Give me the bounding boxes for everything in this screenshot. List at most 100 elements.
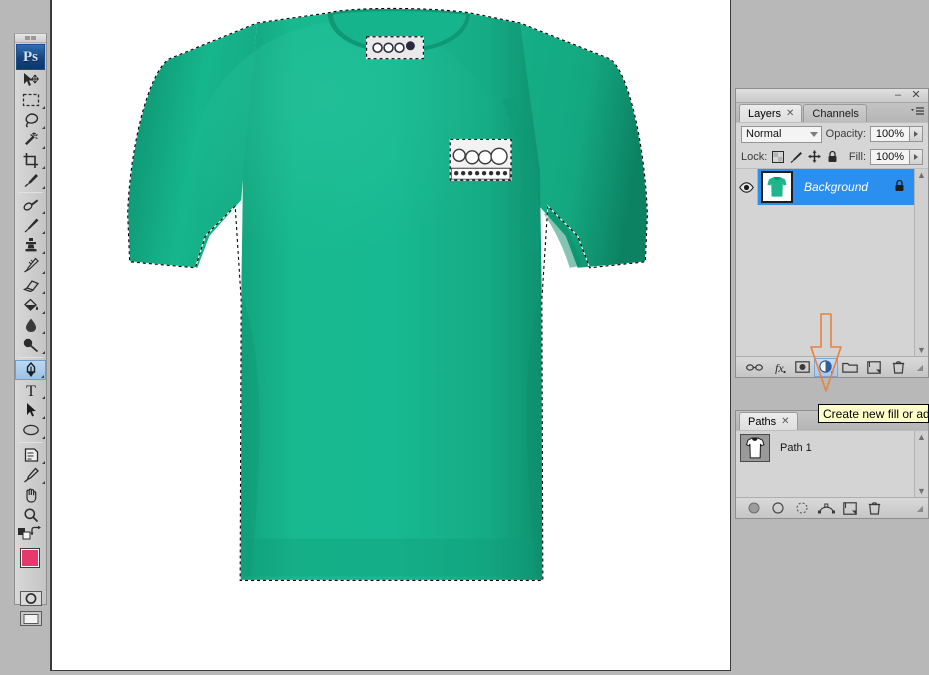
path-thumbnail[interactable]: [740, 434, 770, 462]
panel-resize-grip[interactable]: ◢: [917, 504, 923, 513]
tool-eyedropper-tool[interactable]: [15, 170, 46, 190]
scroll-up-icon[interactable]: ▲: [917, 431, 926, 443]
load-path-as-selection-button[interactable]: [790, 499, 814, 518]
panel-dock: – ✕ Layers ✕ Channels Normal Opacity: 10…: [735, 88, 929, 519]
tab-channels[interactable]: Channels: [803, 104, 867, 122]
new-fill-adjustment-layer-button[interactable]: [814, 357, 838, 377]
tool-blur-tool[interactable]: [15, 315, 46, 335]
lock-all-icon[interactable]: [825, 150, 839, 164]
tool-zoom-tool[interactable]: [15, 505, 46, 525]
new-layer-button[interactable]: [862, 358, 886, 377]
close-button[interactable]: ✕: [910, 90, 922, 101]
opacity-stepper[interactable]: [910, 126, 923, 142]
layers-list[interactable]: Background ▲ ▼: [736, 168, 928, 356]
layer-style-button[interactable]: fx: [766, 358, 790, 377]
screen-mode-button[interactable]: [15, 608, 46, 628]
tool-flyout-corner-icon: [42, 126, 45, 129]
tool-crop-tool[interactable]: [15, 150, 46, 170]
tab-close-icon[interactable]: ✕: [786, 108, 794, 119]
foreground-color-swatch[interactable]: [20, 548, 40, 568]
layer-mask-button[interactable]: [790, 358, 814, 377]
toolbar-grip-handle[interactable]: [15, 34, 46, 43]
delete-layer-button[interactable]: [886, 358, 910, 377]
lock-position-icon[interactable]: [807, 150, 821, 164]
swap-colors-button[interactable]: [29, 525, 43, 542]
tool-clone-stamp-tool[interactable]: [15, 235, 46, 255]
delete-path-button[interactable]: [862, 499, 886, 518]
tool-move-tool[interactable]: [15, 70, 46, 90]
opacity-input[interactable]: 100%: [870, 126, 910, 142]
color-swatches[interactable]: [15, 546, 50, 588]
document-canvas[interactable]: [50, 0, 731, 671]
tool-flyout-corner-icon: [42, 291, 45, 294]
tool-flyout-corner-icon: [42, 271, 45, 274]
path-name-label[interactable]: Path 1: [780, 442, 812, 454]
link-layers-button[interactable]: [742, 358, 766, 377]
collar-tag: [366, 36, 424, 60]
blend-mode-value: Normal: [746, 128, 782, 140]
tool-flyout-corner-icon: [42, 351, 45, 354]
paths-scrollbar[interactable]: ▲ ▼: [914, 431, 928, 497]
fill-stepper[interactable]: [910, 148, 923, 165]
layer-name-label[interactable]: Background: [804, 180, 894, 194]
lock-label: Lock:: [741, 150, 768, 163]
tab-paths[interactable]: Paths ✕: [739, 412, 798, 430]
tool-notes-tool[interactable]: [15, 445, 46, 465]
tool-path-selection-tool[interactable]: [15, 400, 46, 420]
new-group-button[interactable]: [838, 358, 862, 377]
tool-lasso-tool[interactable]: [15, 110, 46, 130]
tool-history-brush-tool[interactable]: [15, 255, 46, 275]
tool-flyout-corner-icon: [42, 231, 45, 234]
tools-palette[interactable]: Ps T: [14, 33, 50, 626]
lock-transparent-pixels-icon[interactable]: [771, 150, 785, 164]
new-path-button[interactable]: [838, 499, 862, 518]
scroll-down-icon[interactable]: ▼: [917, 485, 926, 497]
tool-magic-wand-tool[interactable]: [15, 130, 46, 150]
photoshop-logo: Ps: [16, 44, 45, 70]
layer-thumbnail[interactable]: [761, 171, 793, 203]
tool-type-tool[interactable]: T: [15, 380, 46, 400]
paths-list[interactable]: Path 1 ▲ ▼: [736, 430, 928, 497]
toolbar-divider: [18, 192, 43, 193]
fill-input[interactable]: 100%: [870, 148, 910, 165]
layer-row-background[interactable]: Background: [736, 169, 914, 205]
tool-dodge-tool[interactable]: [15, 335, 46, 355]
tool-gradient-paint-bucket-tool[interactable]: [15, 295, 46, 315]
tool-hand-tool[interactable]: [15, 485, 46, 505]
blend-mode-select[interactable]: Normal: [741, 125, 822, 143]
tab-close-icon[interactable]: ✕: [781, 416, 789, 427]
lock-image-pixels-icon[interactable]: [789, 150, 803, 164]
paths-footer-toolbar[interactable]: ◢: [736, 497, 928, 518]
layer-locked-icon: [894, 179, 905, 195]
blend-mode-row: Normal Opacity: 100%: [736, 122, 928, 145]
tool-rectangular-marquee-tool[interactable]: [15, 90, 46, 110]
tool-flyout-corner-icon: [42, 146, 45, 149]
quick-mask-mode-button[interactable]: [15, 588, 46, 608]
tool-ellipse-shape-tool[interactable]: [15, 420, 46, 440]
panel-menu-icon[interactable]: [911, 106, 925, 118]
stroke-path-button[interactable]: [766, 499, 790, 518]
fill-path-button[interactable]: [742, 499, 766, 518]
svg-text:fx: fx: [775, 361, 784, 374]
panel-titlebar[interactable]: – ✕: [736, 89, 928, 103]
panel-resize-grip[interactable]: ◢: [917, 363, 923, 372]
layer-visibility-toggle[interactable]: [736, 169, 758, 205]
photoshop-window: Ps T – ✕ Layers ✕ Channels Normal Opacit…: [0, 0, 929, 675]
path-row-path-1[interactable]: Path 1: [736, 431, 914, 465]
tool-flyout-corner-icon: [42, 186, 45, 189]
make-work-path-button[interactable]: [814, 499, 838, 518]
tool-flyout-corner-icon: [42, 251, 45, 254]
tool-color-sampler-tool[interactable]: [15, 465, 46, 485]
scroll-up-icon[interactable]: ▲: [917, 169, 926, 181]
tab-layers[interactable]: Layers ✕: [739, 104, 803, 122]
layers-scrollbar[interactable]: ▲ ▼: [914, 169, 928, 356]
tool-healing-brush-tool[interactable]: [15, 195, 46, 215]
minimize-button[interactable]: –: [892, 90, 904, 101]
tool-brush-tool[interactable]: [15, 215, 46, 235]
layers-footer-toolbar[interactable]: fx ◢: [736, 356, 928, 377]
toolbar-divider: [18, 442, 43, 443]
tool-pen-tool[interactable]: [15, 360, 46, 380]
scroll-down-icon[interactable]: ▼: [917, 344, 926, 356]
tool-flyout-corner-icon: [41, 375, 44, 378]
tool-eraser-tool[interactable]: [15, 275, 46, 295]
